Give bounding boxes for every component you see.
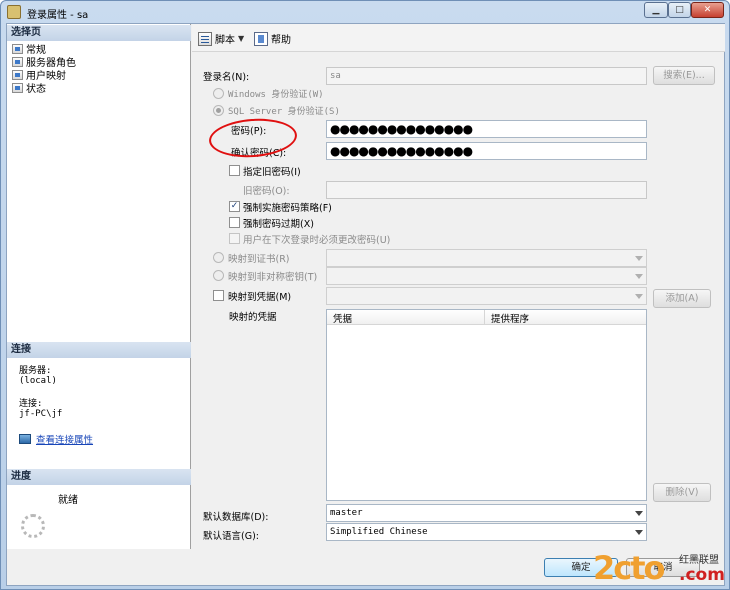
grid-column-divider [484,310,485,325]
enforce-expiration-label: 强制密码过期(X) [243,219,314,230]
help-button[interactable]: 帮助 [254,31,291,46]
map-credential-checkbox[interactable] [213,290,224,301]
select-page-header: 选择页 [7,25,191,41]
mapped-credentials-grid[interactable]: 凭据 提供程序 [326,309,647,501]
page-item-status[interactable]: 状态 [12,83,46,96]
connection-value: jf-PC\jf [19,409,63,419]
page-item-general[interactable]: 常规 [12,44,46,57]
progress-spinner-icon [21,514,45,538]
enforce-policy-checkbox[interactable]: ✓ [229,201,240,212]
watermark-text: 2cto [593,549,666,587]
default-database-select[interactable]: master [326,504,647,522]
server-value: (local) [19,376,57,386]
chevron-down-icon [635,294,643,299]
login-name-label: 登录名(N): [203,72,250,83]
mapped-credentials-label: 映射的凭据 [229,312,277,323]
script-label: 脚本 [215,35,235,46]
script-icon [198,31,212,46]
connection-header: 连接 [7,342,191,358]
login-name-field[interactable]: sa [326,67,647,85]
page-icon [12,70,23,80]
sql-auth-label: SQL Server 身份验证(S) [228,107,340,117]
maximize-button[interactable]: □ [668,2,691,18]
page-item-server-roles[interactable]: 服务器角色 [12,57,76,70]
page-item-label: 常规 [26,45,46,56]
sql-auth-radio[interactable] [213,105,224,116]
dialog-client: 选择页 常规 服务器角色 用户映射 状态 连接 服务器: (local) 连接:… [6,23,725,586]
connection-properties-icon [19,434,31,444]
enforce-policy-label: 强制实施密码策略(F) [243,203,332,214]
site-watermark: 2cto 红黑联盟 .com [593,549,730,590]
default-language-label: 默认语言(G): [203,531,259,542]
page-icon [12,83,23,93]
close-button[interactable]: ✕ [691,2,724,18]
map-certificate-radio[interactable] [213,252,224,263]
old-password-label: 旧密码(O): [243,186,290,197]
page-item-label: 状态 [26,84,46,95]
old-password-field[interactable] [326,181,647,199]
search-button[interactable]: 搜索(E)... [653,66,715,85]
help-icon [254,31,268,46]
page-item-label: 用户映射 [26,71,66,82]
specify-old-password-label: 指定旧密码(I) [243,167,301,178]
default-language-select[interactable]: Simplified Chinese [326,523,647,541]
page-item-label: 服务器角色 [26,58,76,69]
page-item-user-mapping[interactable]: 用户映射 [12,70,66,83]
help-label: 帮助 [271,35,291,46]
link-label: 查看连接属性 [36,435,94,446]
grid-header: 凭据 提供程序 [327,310,646,325]
map-asymmetric-key-radio[interactable] [213,270,224,281]
certificate-select[interactable] [326,249,647,267]
left-pane: 选择页 常规 服务器角色 用户映射 状态 连接 服务器: (local) 连接:… [7,24,191,549]
chevron-down-icon[interactable]: ▼ [238,34,244,43]
map-certificate-label: 映射到证书(R) [228,254,290,265]
default-language-value: Simplified Chinese [330,527,428,537]
progress-status: 就绪 [58,495,78,506]
windows-auth-radio[interactable] [213,88,224,99]
must-change-checkbox[interactable] [229,233,240,244]
map-asymmetric-key-label: 映射到非对称密钥(T) [228,272,318,283]
watermark-cn: 红黑联盟 [679,555,719,566]
minimize-button[interactable]: ▁ [644,2,668,18]
windows-auth-label: Windows 身份验证(W) [228,90,324,100]
map-credential-label: 映射到凭据(M) [228,292,292,303]
login-properties-window: 登录属性 - sa ▁ □ ✕ 选择页 常规 服务器角色 用户映射 状态 连接 … [0,0,730,590]
chevron-down-icon [635,274,643,279]
chevron-down-icon [635,511,643,516]
page-icon [12,57,23,67]
script-button[interactable]: 脚本 ▼ [198,31,244,46]
grid-column-provider[interactable]: 提供程序 [491,311,529,325]
add-credential-button[interactable]: 添加(A) [653,289,711,308]
window-title: 登录属性 - sa [27,10,89,21]
default-database-value: master [330,508,363,518]
default-database-label: 默认数据库(D): [203,512,269,523]
password-field[interactable]: ●●●●●●●●●●●●●●● [326,120,647,138]
enforce-expiration-checkbox[interactable] [229,217,240,228]
watermark-suffix: .com [679,565,725,585]
page-icon [12,44,23,54]
specify-old-password-checkbox[interactable] [229,165,240,176]
title-bar: 登录属性 - sa ▁ □ ✕ [1,1,729,23]
grid-column-credential[interactable]: 凭据 [333,311,352,325]
view-connection-properties-link[interactable]: 查看连接属性 [19,432,93,446]
toolbar: 脚本 ▼ 帮助 [192,24,725,52]
window-icon [7,5,21,19]
must-change-label: 用户在下次登录时必须更改密码(U) [243,235,391,246]
asymmetric-key-select[interactable] [326,267,647,285]
confirm-password-field[interactable]: ●●●●●●●●●●●●●●● [326,142,647,160]
remove-credential-button[interactable]: 删除(V) [653,483,711,502]
credential-select[interactable] [326,287,647,305]
progress-header: 进度 [7,469,191,485]
chevron-down-icon [635,256,643,261]
chevron-down-icon [635,530,643,535]
